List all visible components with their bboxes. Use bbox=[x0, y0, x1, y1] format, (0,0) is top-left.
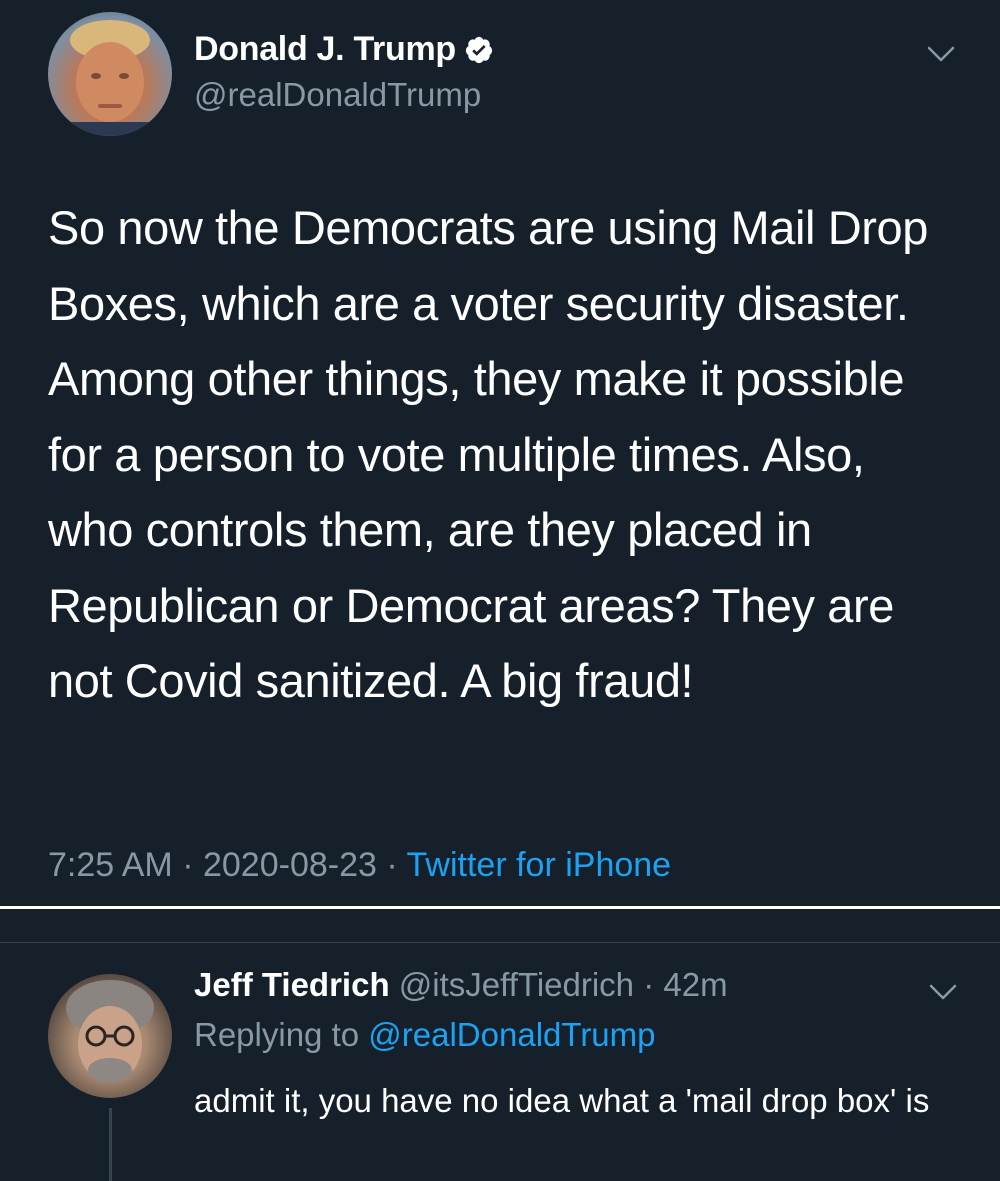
tweet-source-link[interactable]: Twitter for iPhone bbox=[407, 846, 672, 884]
reply-header: Jeff Tiedrich @itsJeffTiedrich · 42m bbox=[194, 966, 728, 1004]
author-handle[interactable]: @realDonaldTrump bbox=[194, 76, 481, 114]
tweet-text: So now the Democrats are using Mail Drop… bbox=[48, 201, 929, 707]
chevron-down-icon[interactable] bbox=[926, 44, 956, 64]
meta-separator: · bbox=[386, 846, 398, 884]
reply-avatar-portrait bbox=[66, 980, 154, 1082]
reply-author-handle[interactable]: @itsJeffTiedrich bbox=[399, 966, 634, 1003]
reply-separator: · bbox=[643, 966, 655, 1003]
main-tweet: Donald J. Trump @realDonaldTrump So now … bbox=[0, 0, 1000, 908]
verified-badge-icon bbox=[465, 36, 492, 63]
chevron-down-icon[interactable] bbox=[928, 982, 958, 1002]
thread-connector-line bbox=[109, 1108, 112, 1181]
replying-to-label: Replying to bbox=[194, 1016, 360, 1053]
tweet-time: 7:25 AM bbox=[48, 846, 173, 884]
reply-author-name[interactable]: Jeff Tiedrich bbox=[194, 966, 390, 1003]
tweet-date: 2020-08-23 bbox=[202, 846, 377, 884]
author-display-name[interactable]: Donald J. Trump bbox=[194, 30, 456, 69]
reply-text: admit it, you have no idea what a 'mail … bbox=[194, 1082, 930, 1119]
replying-to: Replying to @realDonaldTrump bbox=[194, 1016, 656, 1054]
tweet-meta: 7:25 AM · 2020-08-23 · Twitter for iPhon… bbox=[48, 846, 671, 885]
reply-author-avatar[interactable] bbox=[48, 974, 172, 1098]
author-name-row[interactable]: Donald J. Trump bbox=[194, 30, 494, 69]
replying-to-mention-link[interactable]: @realDonaldTrump bbox=[368, 1016, 655, 1053]
meta-separator: · bbox=[182, 846, 194, 884]
author-avatar[interactable] bbox=[48, 12, 172, 136]
divider bbox=[0, 942, 1000, 943]
divider-line bbox=[0, 906, 1000, 909]
avatar-portrait bbox=[48, 20, 172, 136]
reply-time[interactable]: 42m bbox=[663, 966, 727, 1003]
